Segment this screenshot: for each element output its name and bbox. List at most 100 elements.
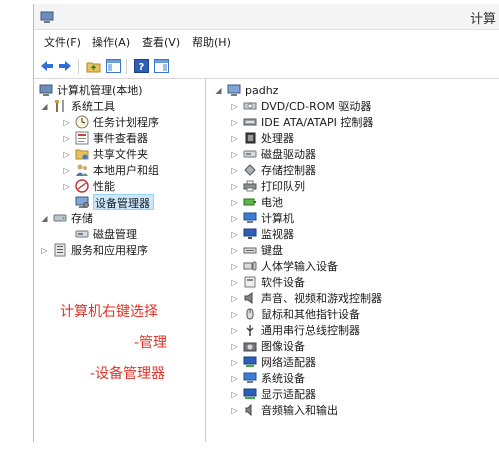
device-category-disk-drives[interactable]: ▷ 磁盘驱动器 xyxy=(230,146,316,162)
camera-icon xyxy=(242,339,257,353)
device-category-display-adapters[interactable]: ▷ 显示适配器 xyxy=(230,386,316,402)
device-category-batteries[interactable]: ▷ 电池 xyxy=(230,194,283,210)
expand-arrow-icon[interactable]: ▷ xyxy=(230,182,239,191)
expand-arrow-icon[interactable]: ▷ xyxy=(40,246,49,255)
tools-icon xyxy=(52,99,67,113)
tree-node-event-viewer[interactable]: ▷ 事件查看器 xyxy=(62,130,148,146)
keyboard-icon xyxy=(242,243,257,257)
menu-file[interactable]: 文件(F) xyxy=(44,34,81,50)
device-category-software-devices[interactable]: ▷ 软件设备 xyxy=(230,274,305,290)
tree-node-disk-management[interactable]: 磁盘管理 xyxy=(74,226,137,242)
tree-node-shared-folders[interactable]: ▷ 共享文件夹 xyxy=(62,146,148,162)
disk-management-icon xyxy=(74,227,89,241)
expand-arrow-icon[interactable]: ▷ xyxy=(230,374,239,383)
action-pane-icon xyxy=(153,59,169,73)
tree-node-system-tools[interactable]: ◢ 系统工具 xyxy=(40,98,115,114)
expand-arrow-icon[interactable]: ▷ xyxy=(62,134,71,143)
tree-node-label: 事件查看器 xyxy=(93,132,148,145)
expand-arrow-icon[interactable]: ▷ xyxy=(230,198,239,207)
device-category-computer[interactable]: ▷ 计算机 xyxy=(230,210,294,226)
expand-arrow-icon[interactable]: ▷ xyxy=(230,278,239,287)
device-category-keyboards[interactable]: ▷ 键盘 xyxy=(230,242,283,258)
mouse-icon xyxy=(242,307,257,321)
back-button[interactable] xyxy=(38,57,56,75)
dvd-drive-icon xyxy=(242,99,257,113)
device-category-label: 处理器 xyxy=(261,132,294,145)
device-tree-pane: ◢ padhz ▷ DVD/CD-ROM 驱动器 ▷ IDE ATA/ATAPI… xyxy=(208,79,499,442)
collapse-arrow-icon[interactable]: ◢ xyxy=(40,214,49,223)
expand-arrow-icon[interactable]: ▷ xyxy=(230,166,239,175)
device-category-storage-controllers[interactable]: ▷ 存储控制器 xyxy=(230,162,316,178)
services-icon xyxy=(52,243,67,257)
up-one-level-button[interactable] xyxy=(84,57,102,75)
device-category-label: 软件设备 xyxy=(261,276,305,289)
window-title: 计算 xyxy=(469,12,496,27)
processor-icon xyxy=(242,131,257,145)
tree-node-task-scheduler[interactable]: ▷ 任务计划程序 xyxy=(62,114,159,130)
device-category-label: 计算机 xyxy=(261,212,294,225)
expand-arrow-icon[interactable]: ▷ xyxy=(62,166,71,175)
display-adapter-icon xyxy=(242,387,257,401)
forward-arrow-icon xyxy=(59,61,71,71)
device-category-monitors[interactable]: ▷ 监视器 xyxy=(230,226,294,242)
expand-arrow-icon[interactable]: ▷ xyxy=(230,134,239,143)
device-tree-root[interactable]: ◢ padhz xyxy=(214,82,278,98)
device-category-sound-video-game[interactable]: ▷ 声音、视频和游戏控制器 xyxy=(230,290,382,306)
expand-arrow-icon[interactable]: ▷ xyxy=(230,230,239,239)
tree-node-computer-management[interactable]: 计算机管理(本地) xyxy=(38,82,143,98)
tree-node-device-manager[interactable]: 设备管理器 xyxy=(74,194,154,210)
expand-arrow-icon[interactable]: ▷ xyxy=(230,150,239,159)
tree-node-label: 服务和应用程序 xyxy=(71,244,148,257)
performance-icon xyxy=(74,179,89,193)
tree-node-label-selected: 设备管理器 xyxy=(93,194,154,210)
device-category-print-queues[interactable]: ▷ 打印队列 xyxy=(230,178,305,194)
expand-arrow-icon[interactable]: ▷ xyxy=(62,182,71,191)
expand-arrow-icon[interactable]: ▷ xyxy=(230,390,239,399)
expand-arrow-icon[interactable]: ▷ xyxy=(230,102,239,111)
device-category-processors[interactable]: ▷ 处理器 xyxy=(230,130,294,146)
expand-arrow-icon[interactable]: ▷ xyxy=(230,262,239,271)
tree-node-performance[interactable]: ▷ 性能 xyxy=(62,178,115,194)
expand-arrow-icon[interactable]: ▷ xyxy=(230,118,239,127)
menu-help[interactable]: 帮助(H) xyxy=(192,34,231,50)
expand-arrow-icon[interactable]: ▷ xyxy=(230,294,239,303)
device-category-audio-io[interactable]: ▷ 音频输入和输出 xyxy=(230,402,338,418)
forward-button[interactable] xyxy=(56,57,74,75)
collapse-arrow-icon[interactable]: ◢ xyxy=(40,102,49,111)
computer-management-icon xyxy=(38,83,53,97)
help-button[interactable]: ? xyxy=(132,57,150,75)
expand-arrow-icon[interactable]: ▷ xyxy=(62,118,71,127)
device-category-label: 监视器 xyxy=(261,228,294,241)
expand-arrow-icon[interactable]: ▷ xyxy=(230,214,239,223)
expand-arrow-icon[interactable]: ▷ xyxy=(230,406,239,415)
tree-node-label: 存储 xyxy=(71,212,93,225)
menu-action[interactable]: 操作(A) xyxy=(92,34,130,50)
back-arrow-icon xyxy=(41,61,53,71)
tree-node-storage[interactable]: ◢ 存储 xyxy=(40,210,93,226)
device-category-network-adapters[interactable]: ▷ 网络适配器 xyxy=(230,354,316,370)
device-category-label: 显示适配器 xyxy=(261,388,316,401)
expand-arrow-icon[interactable]: ▷ xyxy=(230,246,239,255)
tree-node-label: 计算机管理(本地) xyxy=(57,84,143,97)
ide-controller-icon xyxy=(242,115,257,129)
show-hide-console-tree-button[interactable] xyxy=(104,57,122,75)
expand-arrow-icon[interactable]: ▷ xyxy=(230,358,239,367)
monitor-icon xyxy=(242,227,257,241)
device-category-usb-controllers[interactable]: ▷ 通用串行总线控制器 xyxy=(230,322,360,338)
device-category-hid[interactable]: ▷ 人体学输入设备 xyxy=(230,258,338,274)
device-category-ide-ata[interactable]: ▷ IDE ATA/ATAPI 控制器 xyxy=(230,114,373,130)
device-category-mice[interactable]: ▷ 鼠标和其他指针设备 xyxy=(230,306,360,322)
collapse-arrow-icon[interactable]: ◢ xyxy=(214,86,223,95)
expand-arrow-icon[interactable]: ▷ xyxy=(230,310,239,319)
expand-arrow-icon[interactable]: ▷ xyxy=(230,342,239,351)
device-category-imaging-devices[interactable]: ▷ 图像设备 xyxy=(230,338,305,354)
expand-arrow-icon[interactable]: ▷ xyxy=(230,326,239,335)
tree-node-local-users-groups[interactable]: ▷ 本地用户和组 xyxy=(62,162,159,178)
menu-view[interactable]: 查看(V) xyxy=(142,34,180,50)
device-category-dvd-cdrom[interactable]: ▷ DVD/CD-ROM 驱动器 xyxy=(230,98,371,114)
tree-node-services-applications[interactable]: ▷ 服务和应用程序 xyxy=(40,242,148,258)
console-tree-icon xyxy=(105,59,121,73)
device-category-system-devices[interactable]: ▷ 系统设备 xyxy=(230,370,305,386)
expand-arrow-icon[interactable]: ▷ xyxy=(62,150,71,159)
show-action-pane-button[interactable] xyxy=(152,57,170,75)
